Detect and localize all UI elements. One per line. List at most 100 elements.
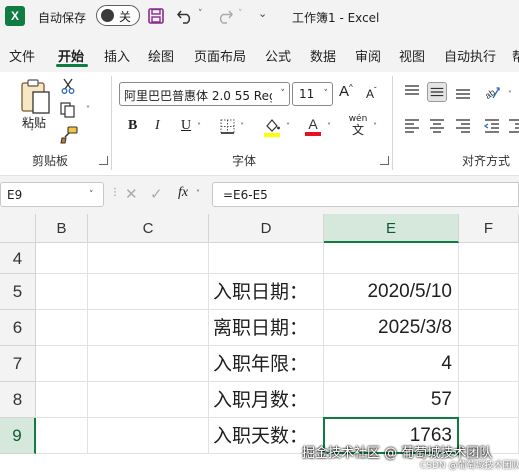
align-middle-icon[interactable] bbox=[427, 82, 447, 102]
font-name-select[interactable]: 阿里巴巴普惠体 2.0 55 Regular ˅ bbox=[119, 82, 290, 106]
row-header-5[interactable]: 5 bbox=[0, 274, 36, 310]
paste-dropdown-icon[interactable]: ˅ bbox=[30, 128, 34, 137]
cell-e7[interactable]: 4 bbox=[324, 346, 459, 382]
customize-qat-icon[interactable]: ⌄ bbox=[258, 7, 267, 20]
borders-icon[interactable] bbox=[220, 119, 235, 134]
copy-icon[interactable] bbox=[60, 102, 76, 118]
italic-button[interactable]: I bbox=[155, 118, 160, 134]
font-name-dropdown-icon[interactable]: ˅ bbox=[281, 89, 286, 99]
borders-dropdown-icon[interactable]: ˅ bbox=[240, 122, 244, 131]
cell-d5[interactable]: 入职日期： bbox=[209, 274, 324, 310]
align-top-icon[interactable] bbox=[402, 82, 422, 102]
bold-button[interactable]: B bbox=[128, 118, 137, 134]
decrease-indent-icon[interactable] bbox=[482, 116, 502, 136]
cell-b9[interactable] bbox=[36, 418, 88, 454]
undo-dropdown-icon[interactable]: ˅ bbox=[198, 9, 203, 19]
tab-page-layout[interactable]: 页面布局 bbox=[194, 46, 246, 65]
cell-c8[interactable] bbox=[88, 382, 209, 418]
tab-home[interactable]: 开始 bbox=[58, 46, 84, 65]
cell-b5[interactable] bbox=[36, 274, 88, 310]
cell-d7[interactable]: 入职年限： bbox=[209, 346, 324, 382]
cell-f7[interactable] bbox=[459, 346, 519, 382]
column-header-d[interactable]: D bbox=[209, 214, 324, 243]
row-header-4[interactable]: 4 bbox=[0, 243, 36, 274]
row-header-7[interactable]: 7 bbox=[0, 346, 36, 382]
cell-b4[interactable] bbox=[36, 243, 88, 274]
align-center-icon[interactable] bbox=[427, 116, 447, 136]
font-size-dropdown-icon[interactable]: ˅ bbox=[324, 89, 329, 99]
fill-color-dropdown-icon[interactable]: ˅ bbox=[286, 122, 290, 131]
tab-formulas[interactable]: 公式 bbox=[265, 46, 291, 65]
column-header-e[interactable]: E bbox=[324, 214, 459, 243]
format-painter-icon[interactable] bbox=[60, 126, 78, 144]
column-header-f[interactable]: F bbox=[459, 214, 519, 243]
undo-icon[interactable] bbox=[176, 8, 194, 24]
cut-icon[interactable] bbox=[60, 78, 76, 94]
cell-e6[interactable]: 2025/3/8 bbox=[324, 310, 459, 346]
decrease-font-size-icon[interactable]: Aˇ bbox=[366, 86, 377, 101]
formula-input[interactable]: =E6-E5 bbox=[212, 182, 519, 207]
phonetic-dropdown-icon[interactable]: ˅ bbox=[373, 122, 377, 131]
cell-e8[interactable]: 57 bbox=[324, 382, 459, 418]
cell-b8[interactable] bbox=[36, 382, 88, 418]
increase-font-size-icon[interactable]: A^ bbox=[339, 83, 353, 100]
row-header-9[interactable]: 9 bbox=[0, 418, 36, 454]
name-box[interactable]: E9 ˅ bbox=[0, 182, 104, 207]
cell-c7[interactable] bbox=[88, 346, 209, 382]
tab-view[interactable]: 视图 bbox=[399, 46, 425, 65]
orientation-dropdown-icon[interactable]: ˅ bbox=[508, 90, 512, 99]
formula-bar-grip-icon[interactable]: ⋮ bbox=[110, 187, 120, 198]
tab-draw[interactable]: 绘图 bbox=[148, 46, 174, 65]
tab-data[interactable]: 数据 bbox=[310, 46, 336, 65]
underline-button[interactable]: U bbox=[181, 118, 191, 134]
align-left-icon[interactable] bbox=[402, 116, 422, 136]
align-right-icon[interactable] bbox=[453, 116, 473, 136]
cell-f5[interactable] bbox=[459, 274, 519, 310]
cell-d4[interactable] bbox=[209, 243, 324, 274]
cell-c6[interactable] bbox=[88, 310, 209, 346]
cell-f8[interactable] bbox=[459, 382, 519, 418]
clipboard-launcher-icon[interactable] bbox=[99, 156, 108, 165]
row-header-8[interactable]: 8 bbox=[0, 382, 36, 418]
paste-icon[interactable] bbox=[18, 78, 54, 116]
font-color-dropdown-icon[interactable]: ˅ bbox=[327, 122, 331, 131]
tab-help[interactable]: 帮 bbox=[512, 46, 519, 65]
autosave-toggle[interactable]: 关 bbox=[96, 5, 140, 26]
cell-c5[interactable] bbox=[88, 274, 209, 310]
increase-indent-icon[interactable] bbox=[506, 116, 519, 136]
cell-e5[interactable]: 2020/5/10 bbox=[324, 274, 459, 310]
tab-review[interactable]: 审阅 bbox=[355, 46, 381, 65]
insert-function-dropdown-icon[interactable]: ˅ bbox=[196, 189, 200, 198]
tab-automate[interactable]: 自动执行 bbox=[444, 46, 496, 65]
cell-e4[interactable] bbox=[324, 243, 459, 274]
copy-dropdown-icon[interactable]: ˅ bbox=[86, 105, 90, 114]
column-header-c[interactable]: C bbox=[88, 214, 209, 243]
tab-file[interactable]: 文件 bbox=[9, 46, 35, 65]
tab-insert[interactable]: 插入 bbox=[104, 46, 130, 65]
cell-b7[interactable] bbox=[36, 346, 88, 382]
font-size-select[interactable]: 11 ˅ bbox=[292, 82, 333, 106]
cell-d8[interactable]: 入职月数： bbox=[209, 382, 324, 418]
cell-f4[interactable] bbox=[459, 243, 519, 274]
insert-function-icon[interactable]: fx bbox=[178, 185, 188, 201]
underline-dropdown-icon[interactable]: ˅ bbox=[197, 122, 201, 131]
cell-c4[interactable] bbox=[88, 243, 209, 274]
select-all-corner[interactable] bbox=[0, 214, 36, 243]
name-box-dropdown-icon[interactable]: ˅ bbox=[89, 190, 94, 200]
font-launcher-icon[interactable] bbox=[380, 156, 389, 165]
save-icon[interactable] bbox=[148, 8, 164, 24]
row-header-6[interactable]: 6 bbox=[0, 310, 36, 346]
paste-button-label[interactable]: 粘贴 bbox=[22, 114, 46, 131]
cancel-icon[interactable]: ✕ bbox=[125, 185, 138, 203]
phonetic-guide-icon[interactable]: wén 文 bbox=[347, 115, 369, 137]
cell-b6[interactable] bbox=[36, 310, 88, 346]
fill-color-icon[interactable] bbox=[263, 117, 281, 137]
cell-d6[interactable]: 离职日期： bbox=[209, 310, 324, 346]
font-color-icon[interactable]: A bbox=[305, 116, 321, 137]
align-bottom-icon[interactable] bbox=[453, 82, 473, 102]
column-header-b[interactable]: B bbox=[36, 214, 88, 243]
orientation-icon[interactable]: ab bbox=[482, 82, 502, 102]
cell-f6[interactable] bbox=[459, 310, 519, 346]
cell-c9[interactable] bbox=[88, 418, 209, 454]
enter-icon[interactable]: ✓ bbox=[150, 185, 163, 203]
